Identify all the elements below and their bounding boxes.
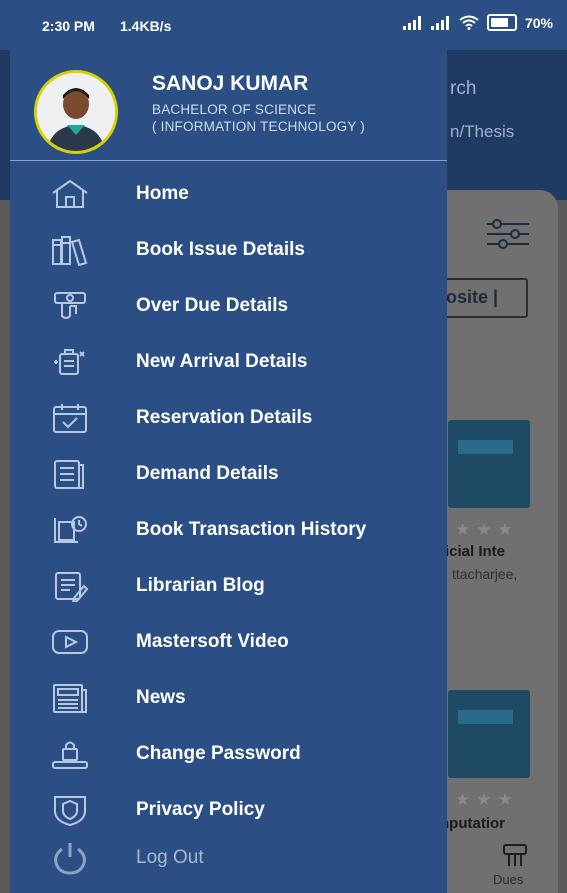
menu-item-demand-details[interactable]: Demand Details: [10, 448, 447, 500]
background-book-cover: [448, 420, 530, 508]
lock-icon: [48, 737, 92, 771]
menu-label: New Arrival Details: [136, 351, 308, 372]
navigation-drawer: SANOJ KUMAR BACHELOR OF SCIENCE ( INFORM…: [10, 0, 447, 893]
menu-label: Over Due Details: [136, 295, 289, 316]
blog-icon: [48, 569, 92, 603]
menu-label: Book Issue Details: [136, 239, 305, 260]
menu-label: News: [136, 687, 186, 708]
profile-divider: [10, 160, 447, 161]
degree-line: ( INFORMATION TECHNOLOGY ): [152, 119, 365, 134]
background-book-cover: [448, 690, 530, 778]
menu-item-change-password[interactable]: Change Password: [10, 728, 447, 780]
degree-line: BACHELOR OF SCIENCE: [152, 102, 317, 117]
menu-item-book-issue-details[interactable]: Book Issue Details: [10, 224, 447, 276]
background-rating-stars: ★★★: [455, 790, 519, 809]
menu-label: Book Transaction History: [136, 519, 367, 540]
shield-icon: [48, 793, 92, 827]
menu-label: Reservation Details: [136, 407, 313, 428]
menu-label: Mastersoft Video: [136, 631, 289, 652]
background-rating-stars: ★★★: [455, 520, 519, 539]
home-icon: [48, 177, 92, 211]
menu-label: Privacy Policy: [136, 799, 265, 820]
menu-item-mastersoft-video[interactable]: Mastersoft Video: [10, 616, 447, 668]
menu-item-over-due-details[interactable]: Over Due Details: [10, 280, 447, 332]
menu-item-new-arrival-details[interactable]: New Arrival Details: [10, 336, 447, 388]
menu-item-book-transaction-history[interactable]: Book Transaction History: [10, 504, 447, 556]
dues-label: Dues: [493, 872, 524, 887]
menu-label: Librarian Blog: [136, 575, 265, 596]
menu-label: Log Out: [136, 847, 204, 868]
background-book-title: nputatior: [440, 815, 505, 832]
background-book-title: ficial Inte: [440, 543, 506, 560]
menu-label: Change Password: [136, 743, 301, 764]
power-icon: [48, 841, 92, 875]
menu-item-librarian-blog[interactable]: Librarian Blog: [10, 560, 447, 612]
user-name: SANOJ KUMAR: [152, 72, 309, 95]
status-time: 2:30 PM: [42, 18, 95, 34]
menu-item-privacy-policy[interactable]: Privacy Policy: [10, 784, 447, 836]
demand-list-icon: [48, 457, 92, 491]
background-thesis-text: n/Thesis: [450, 122, 515, 141]
calendar-check-icon: [48, 401, 92, 435]
video-play-icon: [48, 625, 92, 659]
battery-percent: 70%: [524, 14, 553, 31]
status-icons: 70%: [402, 14, 553, 31]
new-arrival-icon: [48, 345, 92, 379]
avatar[interactable]: [34, 70, 118, 154]
overdue-icon: [48, 289, 92, 323]
menu-item-news[interactable]: News: [10, 672, 447, 724]
user-degree: BACHELOR OF SCIENCE ( INFORMATION TECHNO…: [152, 101, 442, 135]
signal-icon: [402, 15, 423, 30]
status-bar: 2:30 PM 1.4KB/s 70%: [0, 0, 567, 50]
newspaper-icon: [48, 681, 92, 715]
menu-label: Home: [136, 183, 189, 204]
background-search-text: rch: [450, 78, 477, 99]
transaction-history-icon: [48, 513, 92, 547]
dues-icon: [500, 842, 530, 870]
background-book-author: ttacharjee,: [452, 566, 518, 582]
status-network-speed: 1.4KB/s: [120, 18, 172, 34]
menu-label: Demand Details: [136, 463, 279, 484]
wifi-icon: [459, 15, 479, 30]
menu-item-home[interactable]: Home: [10, 168, 447, 220]
profile-header: SANOJ KUMAR BACHELOR OF SCIENCE ( INFORM…: [10, 50, 447, 160]
menu-item-reservation-details[interactable]: Reservation Details: [10, 392, 447, 444]
signal-icon: [430, 15, 451, 30]
books-icon: [48, 233, 92, 267]
battery-icon: [486, 14, 517, 31]
filter-icon: [485, 216, 531, 252]
menu-item-log-out[interactable]: Log Out: [10, 832, 447, 884]
